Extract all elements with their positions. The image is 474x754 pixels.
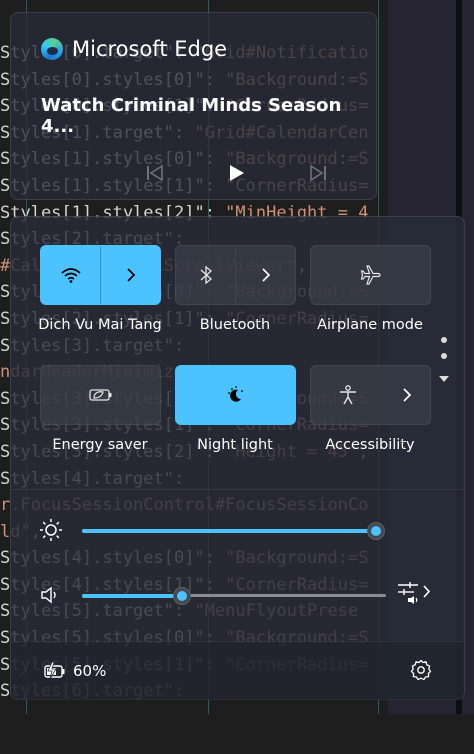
slider-fill: [82, 594, 182, 598]
chevron-right-icon: [403, 388, 412, 402]
night-light-icon: [227, 386, 243, 402]
quick-settings-panel: Dich Vu Mai Tang Bluetooth Airplane mode…: [10, 216, 465, 700]
night-light-tile[interactable]: [175, 365, 296, 425]
quick-settings-pager[interactable]: [438, 337, 450, 388]
tile-label-night-light: Night light: [197, 437, 273, 453]
brightness-slider-row: [39, 518, 444, 542]
audio-output-icon: [398, 582, 431, 604]
battery-status[interactable]: 60%: [43, 662, 106, 680]
page-dot[interactable]: [441, 353, 447, 359]
media-app-header: Microsoft Edge: [41, 37, 227, 61]
media-app-name: Microsoft Edge: [72, 37, 228, 61]
slider-thumb[interactable]: [173, 587, 191, 605]
battery-percentage: 60%: [73, 662, 107, 680]
wifi-expand-button[interactable]: [101, 246, 160, 304]
previous-track-icon: [147, 164, 163, 182]
media-title: Watch Criminal Minds Season 4...: [41, 95, 342, 137]
settings-button[interactable]: [409, 658, 433, 682]
bluetooth-tile: [175, 245, 296, 305]
media-flyout: Microsoft Edge Watch Criminal Minds Seas…: [10, 12, 377, 200]
battery-charging-icon: [44, 662, 65, 680]
energy-saver-tile[interactable]: [40, 365, 161, 425]
next-track-button[interactable]: [304, 159, 332, 187]
wifi-toggle[interactable]: [41, 246, 100, 304]
next-track-icon: [310, 164, 326, 182]
chevron-right-icon: [126, 268, 135, 282]
volume-slider[interactable]: [82, 583, 386, 607]
previous-track-button[interactable]: [141, 159, 169, 187]
wifi-icon: [60, 268, 81, 283]
tile-label-accessibility: Accessibility: [325, 437, 415, 453]
slider-thumb[interactable]: [367, 522, 385, 540]
play-icon: [230, 165, 244, 181]
quick-settings-footer: 60%: [11, 641, 464, 700]
chevron-right-icon: [261, 268, 270, 282]
mute-button[interactable]: [39, 583, 63, 607]
chevron-down-icon[interactable]: [438, 374, 450, 384]
accessibility-tile: [310, 365, 431, 425]
bluetooth-icon: [200, 265, 212, 285]
slider-fill: [82, 529, 376, 533]
section-divider: [11, 489, 464, 490]
page-dot[interactable]: [441, 337, 447, 343]
energy-saver-icon: [88, 389, 111, 401]
speaker-icon: [41, 586, 56, 604]
airplane-icon: [360, 265, 381, 285]
bluetooth-toggle[interactable]: [176, 246, 235, 304]
brightness-icon: [40, 519, 62, 541]
tile-label-energy-saver: Energy saver: [52, 437, 148, 453]
settings-gear-icon: [410, 659, 432, 681]
wifi-tile: [40, 245, 161, 305]
edge-logo-icon: [41, 38, 63, 60]
tile-label-bluetooth: Bluetooth: [199, 317, 271, 333]
play-button[interactable]: [222, 159, 250, 187]
accessibility-icon: [339, 385, 356, 405]
accessibility-expand-button[interactable]: [384, 366, 430, 424]
tile-label-wifi: Dich Vu Mai Tang: [38, 317, 162, 333]
volume-slider-row: [39, 582, 444, 607]
airplane-mode-tile[interactable]: [310, 245, 431, 305]
accessibility-toggle[interactable]: [311, 366, 384, 424]
audio-output-button[interactable]: [396, 579, 444, 609]
bluetooth-expand-button[interactable]: [236, 246, 295, 304]
media-controls: [141, 159, 341, 187]
brightness-slider[interactable]: [82, 518, 385, 542]
tile-label-airplane: Airplane mode: [317, 317, 423, 333]
